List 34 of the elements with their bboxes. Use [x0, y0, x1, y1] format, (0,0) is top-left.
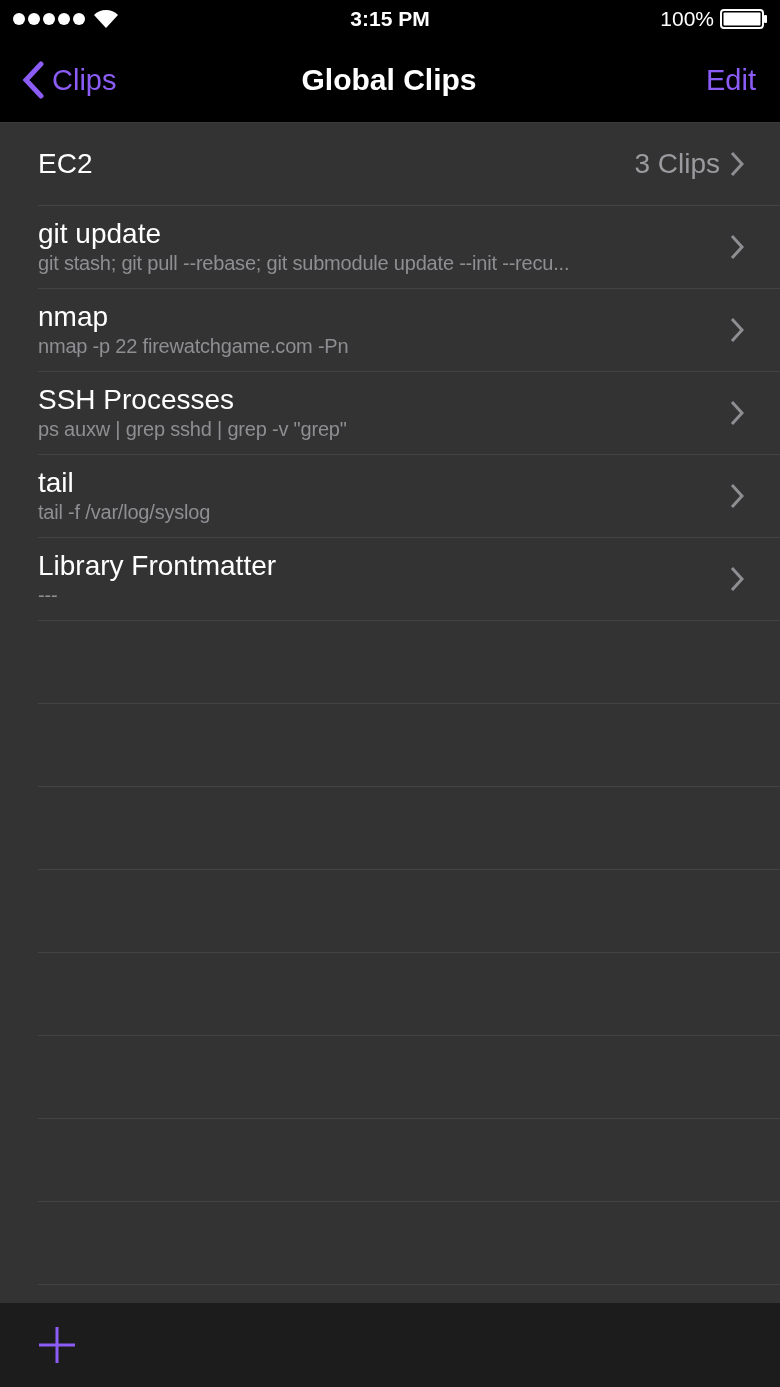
clip-command: ps auxw | grep sshd | grep -v "grep"	[38, 417, 348, 442]
edit-button[interactable]: Edit	[706, 63, 756, 97]
add-icon[interactable]	[38, 1326, 76, 1364]
clip-command: git stash; git pull --rebase; git submodule update --init --recu...	[38, 251, 571, 276]
status-time: 3:15 PM	[350, 7, 430, 31]
clip-title: nmap	[38, 301, 110, 333]
clip-row[interactable]: Library Frontmatter ---	[38, 538, 780, 621]
chevron-icon	[730, 151, 744, 177]
clip-row[interactable]: SSH Processes ps auxw | grep sshd | grep -v "grep"	[38, 372, 780, 455]
nav-title: Global Clips	[301, 63, 477, 97]
clip-title: tail	[38, 467, 75, 499]
back-chevron-icon	[22, 61, 44, 99]
clip-command: nmap -p 22 firewatchgame.com -Pn	[38, 334, 350, 359]
chevron-icon	[730, 566, 744, 592]
battery-icon	[720, 9, 768, 29]
chevron-icon	[730, 483, 744, 509]
back-button[interactable]: Clips	[22, 61, 117, 99]
chevron-icon	[730, 234, 744, 260]
clip-row[interactable]: nmap nmap -p 22 firewatchgame.com -Pn	[38, 289, 780, 372]
chevron-icon	[730, 317, 744, 343]
signal-icon	[12, 12, 88, 26]
clip-command: ---	[38, 583, 59, 608]
clip-row[interactable]: git update git stash; git pull --rebase; git submodule update --init --recu...	[38, 206, 780, 289]
clip-title: Library Frontmatter	[38, 550, 278, 582]
clip-title: git update	[38, 218, 162, 250]
clip-title: SSH Processes	[38, 384, 236, 416]
battery-percent: 100%	[660, 7, 714, 31]
clip-command: tail -f /var/log/syslog	[38, 500, 212, 525]
folder-row[interactable]: EC2 3 Clips	[38, 123, 780, 206]
wifi-icon	[94, 10, 118, 28]
clip-count: 3 Clips	[634, 148, 720, 180]
folder-title: EC2	[38, 148, 94, 180]
chevron-icon	[730, 400, 744, 426]
clip-row[interactable]: tail tail -f /var/log/syslog	[38, 455, 780, 538]
